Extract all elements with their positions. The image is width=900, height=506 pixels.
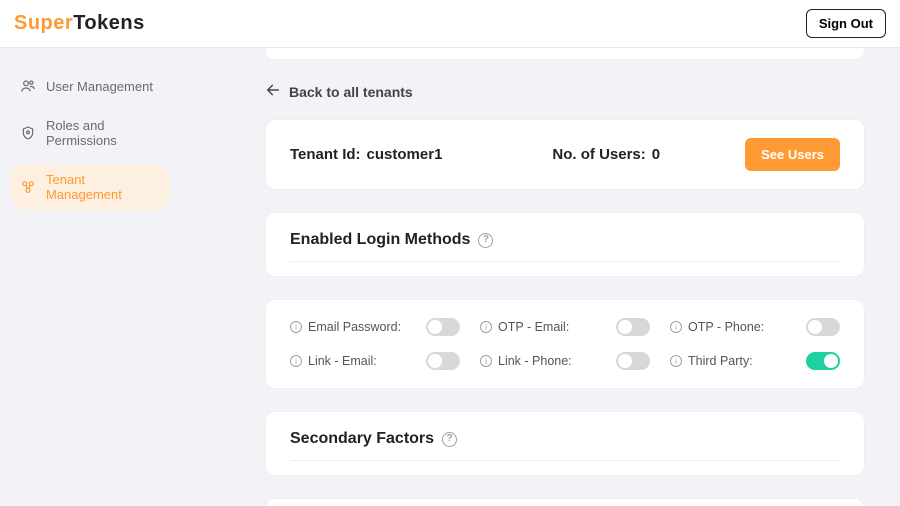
sidebar-item-label: Tenant Management	[46, 172, 160, 202]
users-count-value: 0	[652, 146, 660, 163]
tenant-id-value: customer1	[367, 146, 443, 163]
logo: SuperTokens	[14, 12, 145, 35]
divider	[290, 460, 840, 461]
toggle[interactable]	[806, 318, 840, 336]
card-ghost	[265, 48, 865, 60]
users-count-label: No. of Users:	[552, 146, 645, 163]
info-icon[interactable]: i	[670, 355, 682, 367]
topbar: SuperTokens Sign Out	[0, 0, 900, 48]
users-icon	[20, 78, 36, 94]
help-icon[interactable]: ?	[442, 432, 457, 447]
info-icon[interactable]: i	[290, 321, 302, 333]
help-icon[interactable]: ?	[478, 233, 493, 248]
sidebar-item-label: Roles and Permissions	[46, 118, 160, 148]
sidebar-item-user-management[interactable]: User Management	[10, 70, 170, 102]
sign-out-button[interactable]: Sign Out	[806, 9, 886, 38]
toggle-otp-phone: iOTP - Phone:	[670, 318, 840, 336]
back-label: Back to all tenants	[289, 84, 413, 100]
login-methods-title: Enabled Login Methods	[290, 231, 470, 249]
info-icon[interactable]: i	[290, 355, 302, 367]
toggle-email-password: iEmail Password:	[290, 318, 460, 336]
tenant-summary-card: Tenant Id: customer1 No. of Users: 0 See…	[265, 119, 865, 190]
info-icon[interactable]: i	[670, 321, 682, 333]
sidebar-item-roles[interactable]: Roles and Permissions	[10, 110, 170, 156]
toggle-third-party: iThird Party:	[670, 352, 840, 370]
tenant-icon	[20, 179, 36, 195]
see-users-button[interactable]: See Users	[745, 138, 840, 171]
login-methods-toggles: iEmail Password: iOTP - Email: iOTP - Ph…	[265, 299, 865, 389]
info-icon[interactable]: i	[480, 321, 492, 333]
secondary-factors-toggles: iTOTP: iOTP - Email: iOTP - Phone:	[265, 498, 865, 506]
toggle[interactable]	[426, 318, 460, 336]
secondary-factors-header-card: Secondary Factors ?	[265, 411, 865, 476]
logo-tokens: Tokens	[73, 12, 145, 35]
info-icon[interactable]: i	[480, 355, 492, 367]
arrow-left-icon	[265, 82, 281, 101]
secondary-factors-title: Secondary Factors	[290, 430, 434, 448]
divider	[290, 261, 840, 262]
shield-icon	[20, 125, 36, 141]
sidebar: User Management Roles and Permissions Te…	[0, 48, 180, 506]
sidebar-item-label: User Management	[46, 79, 153, 94]
toggle[interactable]	[426, 352, 460, 370]
toggle-otp-email: iOTP - Email:	[480, 318, 650, 336]
logo-super: Super	[14, 12, 73, 35]
toggle-link-phone: iLink - Phone:	[480, 352, 650, 370]
toggle[interactable]	[616, 318, 650, 336]
tenant-id-label: Tenant Id:	[290, 146, 361, 163]
toggle[interactable]	[806, 352, 840, 370]
sidebar-item-tenant-management[interactable]: Tenant Management	[10, 164, 170, 210]
content: Back to all tenants Tenant Id: customer1…	[180, 48, 900, 506]
toggle-link-email: iLink - Email:	[290, 352, 460, 370]
login-methods-header-card: Enabled Login Methods ?	[265, 212, 865, 277]
toggle[interactable]	[616, 352, 650, 370]
back-to-tenants-link[interactable]: Back to all tenants	[265, 82, 865, 101]
